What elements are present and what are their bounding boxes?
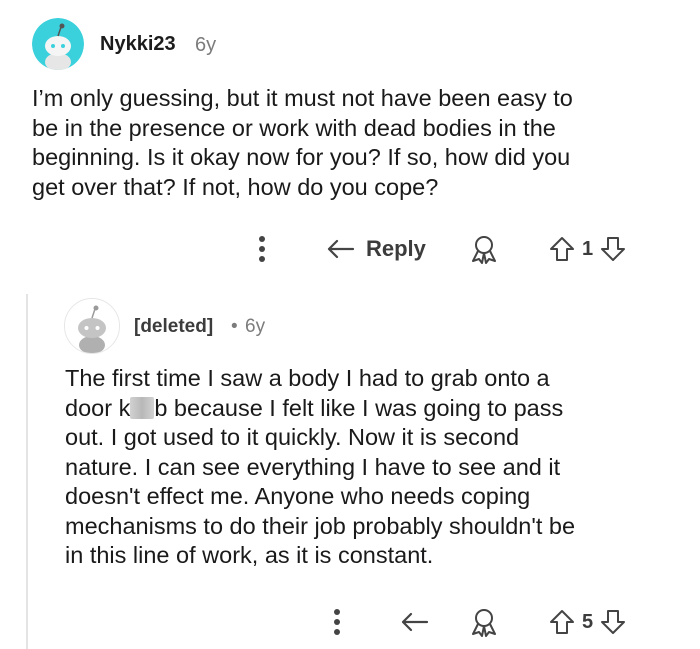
award-button[interactable] [470,606,498,638]
more-options-button[interactable] [255,233,269,265]
comment-age: 6y [195,34,217,56]
thread-line[interactable] [26,294,28,649]
redacted-blur [130,396,155,419]
username[interactable]: Nykki23 [100,33,176,56]
comment-age: 6y [245,316,266,337]
reply-button[interactable]: Reply [326,233,426,265]
avatar[interactable] [32,18,84,70]
downvote-arrow-icon[interactable] [599,608,627,636]
separator-dot: • [231,316,238,337]
comment-body-part: b because I felt like I was going to pas… [65,394,576,569]
reply-arrow-icon [401,612,429,632]
comment-body: I’m only guessing, but it must not have … [32,85,573,200]
upvote-arrow-icon[interactable] [548,235,576,263]
reply-label: Reply [366,236,426,261]
more-options-button[interactable] [330,606,344,638]
upvote-arrow-icon[interactable] [548,608,576,636]
avatar [64,298,120,354]
downvote-arrow-icon[interactable] [599,235,627,263]
award-icon [472,236,496,264]
username: [deleted] [134,316,214,337]
vote-controls: 5 [548,606,627,638]
more-vertical-icon [259,236,265,262]
award-icon [472,609,496,637]
award-button[interactable] [470,233,498,265]
vote-controls: 1 [548,233,627,265]
comment-body: The first time I saw a body I had to gra… [65,364,575,571]
more-vertical-icon [334,609,340,635]
vote-count: 5 [582,610,594,633]
vote-count: 1 [582,237,594,260]
reply-button[interactable] [400,606,430,638]
reply-arrow-icon [327,239,355,259]
